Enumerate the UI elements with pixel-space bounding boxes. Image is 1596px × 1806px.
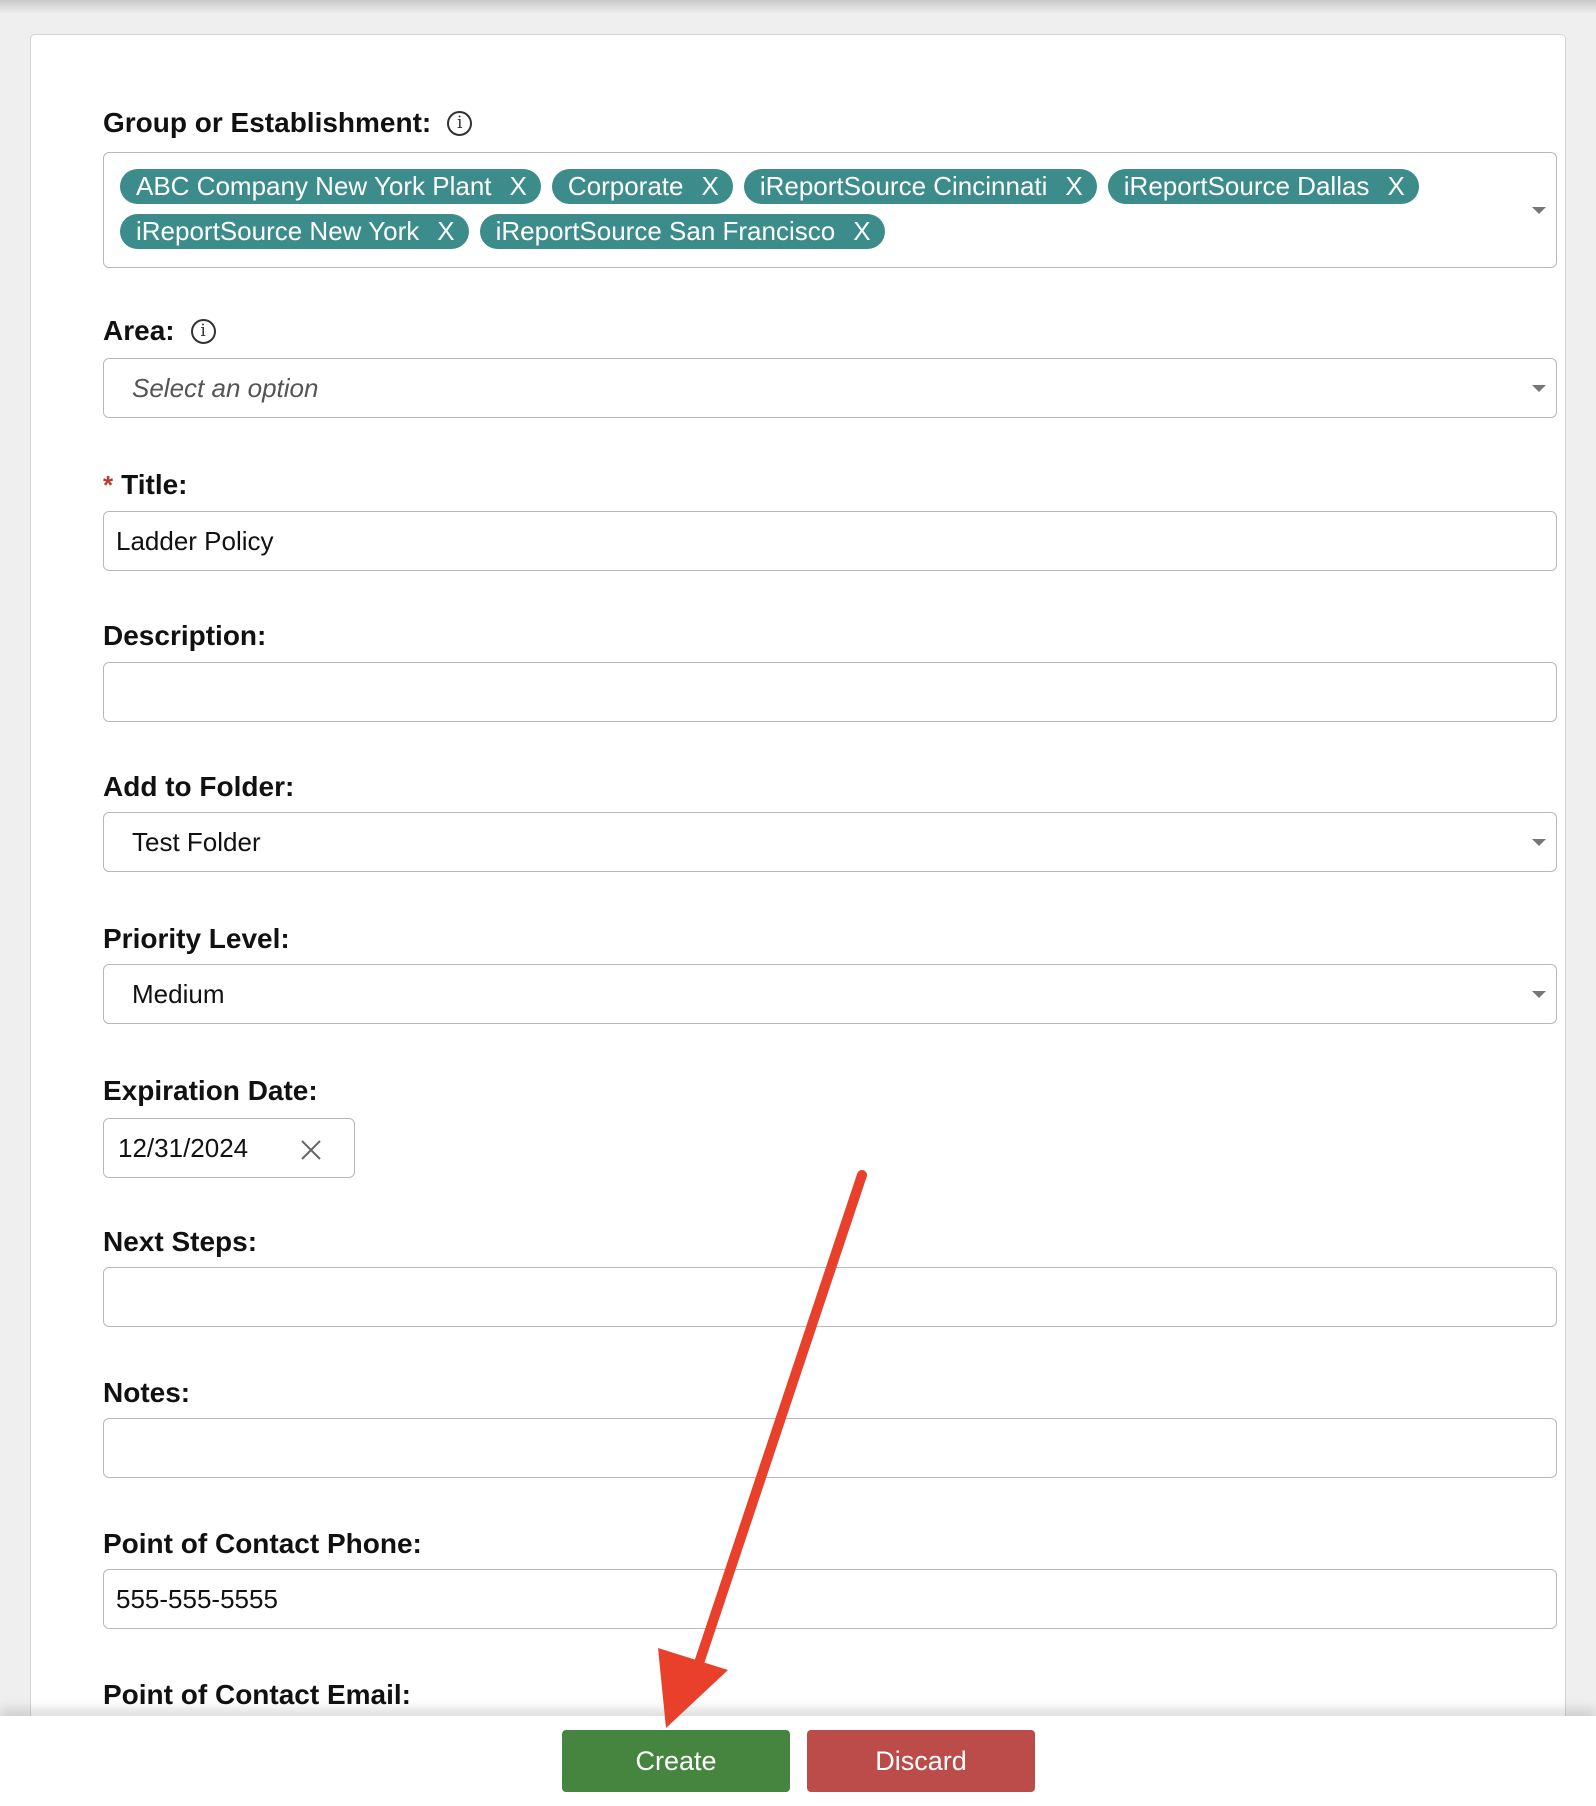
form-page: Group or Establishment: i ABC Company Ne…: [0, 0, 1596, 1806]
chip: iReportSource New York X: [120, 214, 469, 249]
group-label: Group or Establishment: i: [103, 107, 473, 139]
info-icon[interactable]: i: [190, 318, 216, 344]
chip: iReportSource Cincinnati X: [743, 169, 1097, 204]
folder-select[interactable]: Test Folder: [103, 812, 1557, 872]
contact-phone-label-text: Point of Contact Phone:: [103, 1528, 422, 1559]
chip: ABC Company New York Plant X: [120, 169, 541, 204]
action-bar: Create Discard: [0, 1716, 1596, 1806]
area-select[interactable]: Select an option: [103, 358, 1557, 418]
next-steps-label: Next Steps:: [103, 1226, 257, 1258]
title-input[interactable]: Ladder Policy: [103, 511, 1557, 571]
next-steps-input[interactable]: [103, 1267, 1557, 1327]
group-multiselect[interactable]: ABC Company New York Plant X Corporate X…: [103, 152, 1557, 268]
contact-email-label: Point of Contact Email:: [103, 1679, 411, 1711]
chip-remove-icon[interactable]: X: [437, 216, 454, 247]
area-label: Area: i: [103, 315, 216, 347]
required-marker: *: [103, 469, 114, 500]
priority-label-text: Priority Level:: [103, 923, 290, 954]
form-panel: Group or Establishment: i ABC Company Ne…: [30, 34, 1566, 1780]
chip-label: ABC Company New York Plant: [136, 171, 492, 201]
chip-remove-icon[interactable]: X: [853, 216, 870, 247]
chip-label: iReportSource Dallas: [1123, 171, 1370, 201]
chip: iReportSource San Francisco X: [479, 214, 885, 249]
title-label-text: Title:: [121, 469, 188, 500]
chevron-down-icon[interactable]: [1532, 207, 1546, 214]
chip-remove-icon[interactable]: X: [1387, 171, 1404, 202]
folder-value: Test Folder: [132, 826, 261, 857]
chip-label: iReportSource New York: [136, 216, 420, 246]
expiration-value: 12/31/2024: [118, 1132, 249, 1163]
priority-value: Medium: [132, 978, 225, 1009]
group-label-text: Group or Establishment:: [103, 107, 432, 138]
description-label-text: Description:: [103, 620, 267, 651]
chip-label: iReportSource San Francisco: [495, 216, 836, 246]
contact-phone-input[interactable]: 555-555-5555: [103, 1569, 1557, 1629]
folder-label-text: Add to Folder:: [103, 771, 295, 802]
chip-remove-icon[interactable]: X: [701, 171, 718, 202]
contact-email-label-text: Point of Contact Email:: [103, 1679, 411, 1710]
chip: iReportSource Dallas X: [1107, 169, 1419, 204]
create-button[interactable]: Create: [562, 1730, 790, 1792]
chip-list: ABC Company New York Plant X Corporate X…: [120, 169, 1510, 249]
top-shadow: [0, 0, 1596, 14]
description-input[interactable]: [103, 662, 1557, 722]
notes-input[interactable]: [103, 1418, 1557, 1478]
title-value: Ladder Policy: [116, 525, 274, 556]
folder-label: Add to Folder:: [103, 771, 294, 803]
discard-button[interactable]: Discard: [807, 1730, 1035, 1792]
chip-remove-icon[interactable]: X: [510, 171, 527, 202]
next-steps-label-text: Next Steps:: [103, 1226, 258, 1257]
notes-label: Notes:: [103, 1377, 190, 1409]
contact-phone-label: Point of Contact Phone:: [103, 1528, 422, 1560]
chip-label: iReportSource Cincinnati: [759, 171, 1048, 201]
priority-label: Priority Level:: [103, 923, 290, 955]
title-label: * Title:: [103, 469, 188, 501]
expiration-date-input[interactable]: 12/31/2024: [103, 1118, 355, 1178]
area-placeholder: Select an option: [132, 372, 319, 403]
description-label: Description:: [103, 620, 266, 652]
chevron-down-icon: [1532, 839, 1546, 846]
area-label-text: Area:: [103, 315, 175, 346]
chip-label: Corporate: [567, 171, 684, 201]
contact-phone-value: 555-555-5555: [116, 1583, 278, 1614]
info-icon[interactable]: i: [447, 110, 473, 136]
expiration-label: Expiration Date:: [103, 1075, 318, 1107]
chip-remove-icon[interactable]: X: [1065, 171, 1082, 202]
chevron-down-icon: [1532, 991, 1546, 998]
priority-select[interactable]: Medium: [103, 964, 1557, 1024]
notes-label-text: Notes:: [103, 1377, 191, 1408]
expiration-label-text: Expiration Date:: [103, 1075, 318, 1106]
chip: Corporate X: [551, 169, 733, 204]
close-icon[interactable]: [300, 1139, 322, 1161]
chevron-down-icon: [1532, 385, 1546, 392]
